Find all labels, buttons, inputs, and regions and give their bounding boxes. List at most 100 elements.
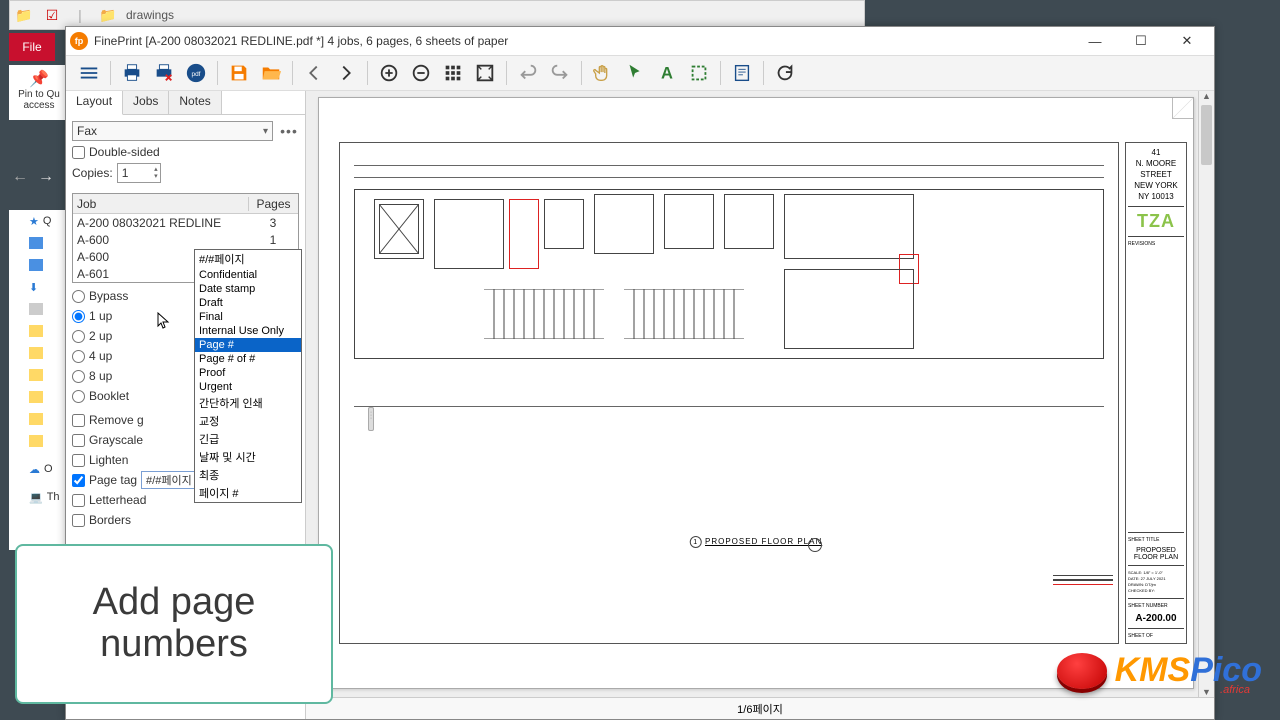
copies-label: Copies: (72, 166, 113, 180)
kmspico-watermark: KMSPico .africa (1057, 651, 1262, 690)
note-icon[interactable] (727, 58, 757, 88)
layout-preset-dropdown[interactable]: Fax (72, 121, 273, 141)
double-sided-checkbox[interactable]: Double-sided (72, 145, 299, 159)
grid-view-icon[interactable] (438, 58, 468, 88)
sidebar-item[interactable] (9, 430, 65, 452)
panel-splitter[interactable]: · · · (368, 407, 374, 431)
dropdown-option[interactable]: 간단하게 인쇄 (195, 394, 301, 412)
pdf-icon[interactable]: pdf (181, 58, 211, 88)
open-icon[interactable] (256, 58, 286, 88)
sidebar-item[interactable] (9, 254, 65, 276)
sidebar-item[interactable] (9, 364, 65, 386)
next-page-icon[interactable] (331, 58, 361, 88)
preview-pane: 1 PROPOSED FLOOR PLAN 41 N. MOORE STREET… (306, 91, 1214, 719)
table-row[interactable]: A-6001 (73, 231, 298, 248)
red-button-icon (1057, 653, 1107, 689)
copies-spinner[interactable]: 1 (117, 163, 161, 183)
toolbar: pdf A (66, 55, 1214, 91)
dropdown-option[interactable]: Final (195, 310, 301, 324)
this-pc[interactable]: 💻Th (9, 486, 65, 508)
sidebar-item[interactable] (9, 320, 65, 342)
redo-icon[interactable] (545, 58, 575, 88)
dropdown-option[interactable]: 최종 (195, 466, 301, 484)
dropdown-option[interactable]: Urgent (195, 380, 301, 394)
text-icon[interactable]: A (652, 58, 682, 88)
tab-layout[interactable]: Layout (66, 91, 123, 115)
dropdown-option[interactable]: 교정 (195, 412, 301, 430)
pin-to-quick-access[interactable]: 📌 Pin to Qu access (9, 65, 69, 120)
sidebar-item[interactable]: ⬇ (9, 276, 65, 298)
table-row[interactable]: A-200 08032021 REDLINE3 (73, 214, 298, 231)
dropdown-option[interactable]: #/#페이지 (195, 250, 301, 268)
dropdown-option[interactable]: Confidential (195, 268, 301, 282)
file-tab[interactable]: File (9, 33, 55, 61)
sidebar-item[interactable] (9, 342, 65, 364)
dropdown-option[interactable]: 날짜 및 시간 (195, 448, 301, 466)
explorer-tab-title: drawings (122, 8, 174, 22)
tab-notes[interactable]: Notes (169, 91, 221, 114)
svg-text:A: A (661, 65, 673, 83)
dropdown-option[interactable]: Draft (195, 296, 301, 310)
dropdown-option-selected[interactable]: Page # (195, 338, 301, 352)
page-tag-dropdown-list: #/#페이지 Confidential Date stamp Draft Fin… (194, 249, 302, 503)
sidebar-item[interactable] (9, 386, 65, 408)
close-button[interactable]: ✕ (1164, 27, 1210, 55)
borders-checkbox[interactable]: Borders (72, 511, 299, 529)
col-header-job[interactable]: Job (73, 197, 248, 211)
forward-arrow-icon[interactable]: → (38, 168, 54, 186)
minimize-button[interactable]: — (1072, 27, 1118, 55)
menu-icon[interactable] (74, 58, 104, 88)
back-arrow-icon[interactable]: ← (12, 168, 28, 186)
undo-icon[interactable] (513, 58, 543, 88)
quick-access[interactable]: ★Q (9, 210, 65, 232)
print-delete-icon[interactable] (149, 58, 179, 88)
folder-icon: 📁 (10, 2, 38, 28)
sidebar-item[interactable] (9, 298, 65, 320)
nav-arrows: ← → (12, 168, 54, 186)
print-icon[interactable] (117, 58, 147, 88)
legend (1053, 572, 1113, 602)
checkbox-icon: ☑ (38, 2, 66, 28)
title-block: 41 N. MOORE STREET NEW YORK NY 10013 TZA… (1125, 142, 1187, 644)
hand-icon[interactable] (588, 58, 618, 88)
svg-text:pdf: pdf (192, 71, 201, 78)
dropdown-option[interactable]: 페이지 # (195, 484, 301, 502)
annotation-callout: Add pagenumbers (15, 544, 333, 704)
refresh-icon[interactable] (770, 58, 800, 88)
sidebar-item[interactable] (9, 232, 65, 254)
scroll-up-icon[interactable]: ▲ (1199, 91, 1214, 105)
save-icon[interactable] (224, 58, 254, 88)
titlebar: fp FinePrint [A-200 08032021 REDLINE.pdf… (66, 27, 1214, 55)
zoom-out-icon[interactable] (406, 58, 436, 88)
dropdown-option[interactable]: Proof (195, 366, 301, 380)
dropdown-option[interactable]: Date stamp (195, 282, 301, 296)
explorer-sidebar: ★Q ⬇ ☁O 💻Th (9, 210, 65, 550)
onedrive[interactable]: ☁O (9, 458, 65, 480)
pointer-icon[interactable] (620, 58, 650, 88)
sidebar-item[interactable] (9, 408, 65, 430)
select-area-icon[interactable] (684, 58, 714, 88)
dropdown-option[interactable]: Internal Use Only (195, 324, 301, 338)
scroll-thumb[interactable] (1201, 105, 1212, 165)
more-options-button[interactable]: ••• (279, 123, 299, 139)
page-preview[interactable]: 1 PROPOSED FLOOR PLAN 41 N. MOORE STREET… (318, 97, 1194, 689)
plan-title: 1 PROPOSED FLOOR PLAN (690, 536, 822, 548)
fineprint-app-icon: fp (70, 32, 88, 50)
folder-icon: 📁 (94, 2, 122, 28)
fit-page-icon[interactable] (470, 58, 500, 88)
tab-jobs[interactable]: Jobs (123, 91, 169, 114)
dropdown-option[interactable]: Page # of # (195, 352, 301, 366)
vertical-scrollbar[interactable]: ▲ ▼ (1198, 91, 1214, 701)
maximize-button[interactable]: ☐ (1118, 27, 1164, 55)
zoom-in-icon[interactable] (374, 58, 404, 88)
page-tag-label: Page tag (89, 473, 137, 487)
window-title: FinePrint [A-200 08032021 REDLINE.pdf *]… (94, 34, 508, 48)
col-header-pages[interactable]: Pages (248, 197, 298, 211)
status-bar: 1/6페이지 (306, 697, 1214, 719)
drawing-border (339, 142, 1119, 644)
divider-icon: | (66, 2, 94, 28)
pin-icon: 📌 (9, 69, 69, 89)
page-tag-checkbox[interactable] (72, 474, 85, 487)
prev-page-icon[interactable] (299, 58, 329, 88)
dropdown-option[interactable]: 긴급 (195, 430, 301, 448)
